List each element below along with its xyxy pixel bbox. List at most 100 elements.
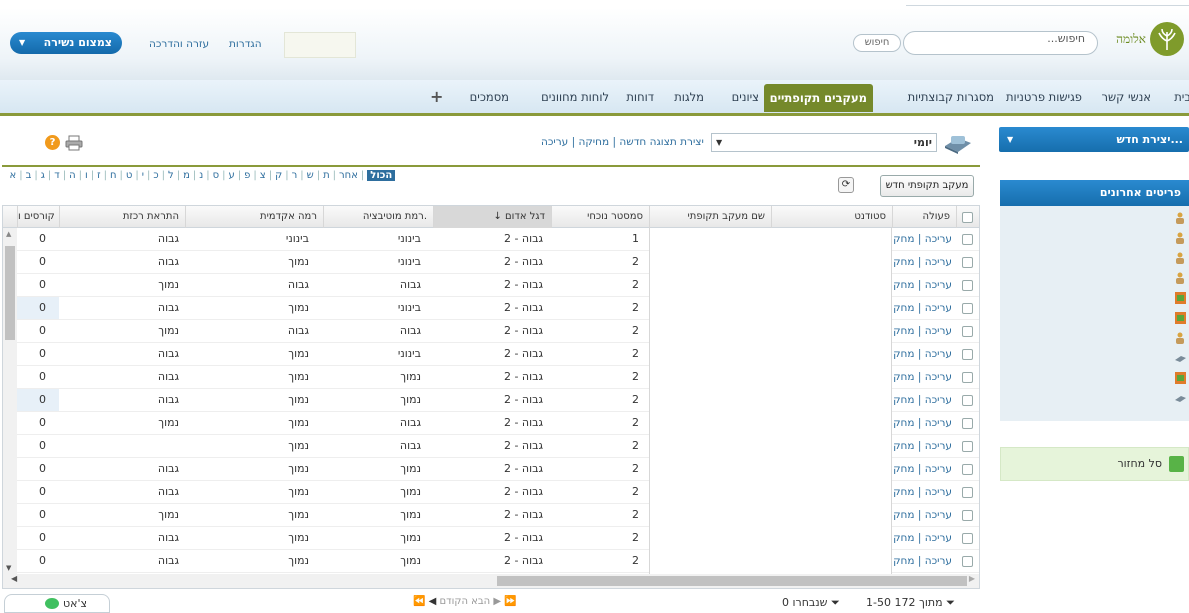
letter-filter-item[interactable]: ל — [168, 170, 174, 181]
recent-item-group-icon[interactable] — [1175, 312, 1186, 324]
view-select[interactable]: ▼ יומי — [711, 133, 937, 152]
letter-filter-item[interactable]: ו — [85, 170, 88, 181]
row-edit-link[interactable]: עריכה — [925, 417, 952, 429]
letter-filter-item[interactable]: כ — [153, 170, 158, 181]
letter-filter-item[interactable]: ה — [69, 170, 76, 181]
col-semester[interactable]: סמסטר נוכחי — [551, 206, 649, 228]
letter-filter-item[interactable]: ז — [97, 170, 100, 181]
recent-item-person-icon[interactable] — [1175, 272, 1186, 284]
app-logo[interactable]: אלומה — [1116, 22, 1186, 60]
recent-item-person-icon[interactable] — [1175, 252, 1186, 264]
row-delete-link[interactable]: מחק — [893, 509, 914, 521]
col-courses[interactable]: קורסים ו — [17, 206, 59, 228]
letter-filter-item[interactable]: צ — [260, 170, 266, 181]
printer-icon[interactable] — [65, 135, 83, 154]
create-new-dropdown[interactable]: ▼ יצירת חדש... — [999, 127, 1189, 152]
recent-item-tracking-icon[interactable] — [1175, 392, 1186, 404]
row-edit-link[interactable]: עריכה — [925, 394, 952, 406]
row-delete-link[interactable]: מחק — [893, 302, 914, 314]
row-delete-link[interactable]: מחק — [893, 417, 914, 429]
row-edit-link[interactable]: עריכה — [925, 302, 952, 314]
row-delete-link[interactable]: מחק — [893, 440, 914, 452]
next-page-icon[interactable]: ◀ — [429, 596, 437, 607]
letter-filter-item[interactable]: מ — [183, 170, 190, 181]
row-delete-link[interactable]: מחק — [893, 463, 914, 475]
scroll-up-icon[interactable]: ▲ — [6, 230, 11, 238]
row-checkbox[interactable] — [962, 464, 973, 475]
row-checkbox[interactable] — [962, 395, 973, 406]
last-page-icon[interactable]: ⏪ — [413, 596, 425, 607]
col-motivation[interactable]: רמת מוטיבציה. — [323, 206, 433, 228]
first-page-icon[interactable]: ⏩ — [504, 596, 516, 607]
row-edit-link[interactable]: עריכה — [925, 486, 952, 498]
row-delete-link[interactable]: מחק — [893, 486, 914, 498]
col-academic-level[interactable]: רמה אקדמית — [185, 206, 323, 228]
col-action[interactable]: פעולה — [892, 206, 956, 228]
tab-periodic-tracking[interactable]: מעקבים תקופתיים — [763, 84, 873, 112]
tab-scholarships[interactable]: מלגות — [674, 90, 704, 104]
tab-grades[interactable]: ציונים — [732, 90, 759, 104]
row-checkbox[interactable] — [962, 257, 973, 268]
row-delete-link[interactable]: מחק — [893, 325, 914, 337]
letter-filter-item[interactable]: א — [10, 170, 17, 181]
row-edit-link[interactable]: עריכה — [925, 325, 952, 337]
recent-item-person-icon[interactable] — [1175, 332, 1186, 344]
tab-group-frameworks[interactable]: מסגרות קבוצתיות — [908, 90, 994, 104]
prev-page-link[interactable]: הקודם — [440, 596, 468, 607]
new-periodic-tracking-button[interactable]: מעקב תקופתי חדש — [880, 175, 974, 197]
row-checkbox[interactable] — [962, 510, 973, 521]
chat-button[interactable]: צ'אט — [4, 594, 110, 613]
pager-range[interactable]: 1-50 מתוך 172 ⏷ — [866, 596, 955, 610]
vertical-scrollbar[interactable]: ▲ ▼ — [3, 228, 17, 574]
select-all-checkbox[interactable] — [962, 212, 973, 223]
letter-filter-item[interactable]: נ — [199, 170, 203, 181]
refresh-icon[interactable]: ⟳ — [838, 177, 854, 193]
letter-filter-all[interactable]: הכול — [367, 170, 396, 181]
col-tracking-name[interactable]: שם מעקב תקופתי — [649, 206, 771, 228]
scrollbar-thumb[interactable] — [5, 246, 15, 340]
help-question-icon[interactable]: ? — [45, 135, 60, 150]
row-delete-link[interactable]: מחק — [893, 256, 914, 268]
row-checkbox[interactable] — [962, 234, 973, 245]
recent-item-group-icon[interactable] — [1175, 292, 1186, 304]
letter-filter-item[interactable]: ב — [26, 170, 32, 181]
pager-selected[interactable]: 0 שנבחרו ⏷ — [782, 596, 840, 610]
row-edit-link[interactable]: עריכה — [925, 555, 952, 567]
dropdown-icon[interactable]: ⏷ — [946, 596, 955, 609]
next-page-link[interactable]: הבא — [471, 596, 490, 607]
tab-contacts[interactable]: אנשי קשר — [1102, 90, 1151, 104]
col-red-flag[interactable]: ↓ דגל אדום — [433, 206, 551, 228]
create-view-link[interactable]: יצירת תצוגה חדשה — [619, 136, 704, 148]
letter-filter-other[interactable]: אחר — [339, 170, 358, 181]
help-link[interactable]: עזרה והדרכה — [149, 38, 209, 50]
scope-dropdown-button[interactable]: ▼ צמצום נשירה — [10, 32, 122, 54]
letter-filter-item[interactable]: ע — [229, 170, 235, 181]
row-edit-link[interactable]: עריכה — [925, 532, 952, 544]
row-edit-link[interactable]: עריכה — [925, 348, 952, 360]
row-edit-link[interactable]: עריכה — [925, 256, 952, 268]
tab-home[interactable]: בית — [1174, 90, 1189, 104]
letter-filter-item[interactable]: ד — [54, 170, 59, 181]
row-checkbox[interactable] — [962, 303, 973, 314]
row-checkbox[interactable] — [962, 556, 973, 567]
row-delete-link[interactable]: מחק — [893, 233, 914, 245]
scroll-down-icon[interactable]: ▼ — [6, 564, 11, 572]
letter-filter-item[interactable]: ק — [275, 170, 282, 181]
tab-dashboards[interactable]: לוחות מחוונים — [541, 90, 609, 104]
row-checkbox[interactable] — [962, 349, 973, 360]
row-delete-link[interactable]: מחק — [893, 394, 914, 406]
recent-item-person-icon[interactable] — [1175, 212, 1186, 224]
search-button[interactable]: חיפוש — [853, 34, 901, 52]
row-checkbox[interactable] — [962, 372, 973, 383]
row-delete-link[interactable]: מחק — [893, 555, 914, 567]
edit-view-link[interactable]: עריכה — [541, 136, 568, 148]
add-tab-plus-icon[interactable]: + — [430, 87, 443, 106]
row-delete-link[interactable]: מחק — [893, 532, 914, 544]
tab-personal-meetings[interactable]: פגישות פרטניות — [1006, 90, 1082, 104]
tab-reports[interactable]: דוחות — [626, 90, 654, 104]
row-edit-link[interactable]: עריכה — [925, 371, 952, 383]
row-checkbox[interactable] — [962, 280, 973, 291]
letter-filter-item[interactable]: ר — [292, 170, 298, 181]
row-delete-link[interactable]: מחק — [893, 279, 914, 291]
horizontal-scrollbar[interactable]: ◀ ▶ — [3, 574, 979, 588]
